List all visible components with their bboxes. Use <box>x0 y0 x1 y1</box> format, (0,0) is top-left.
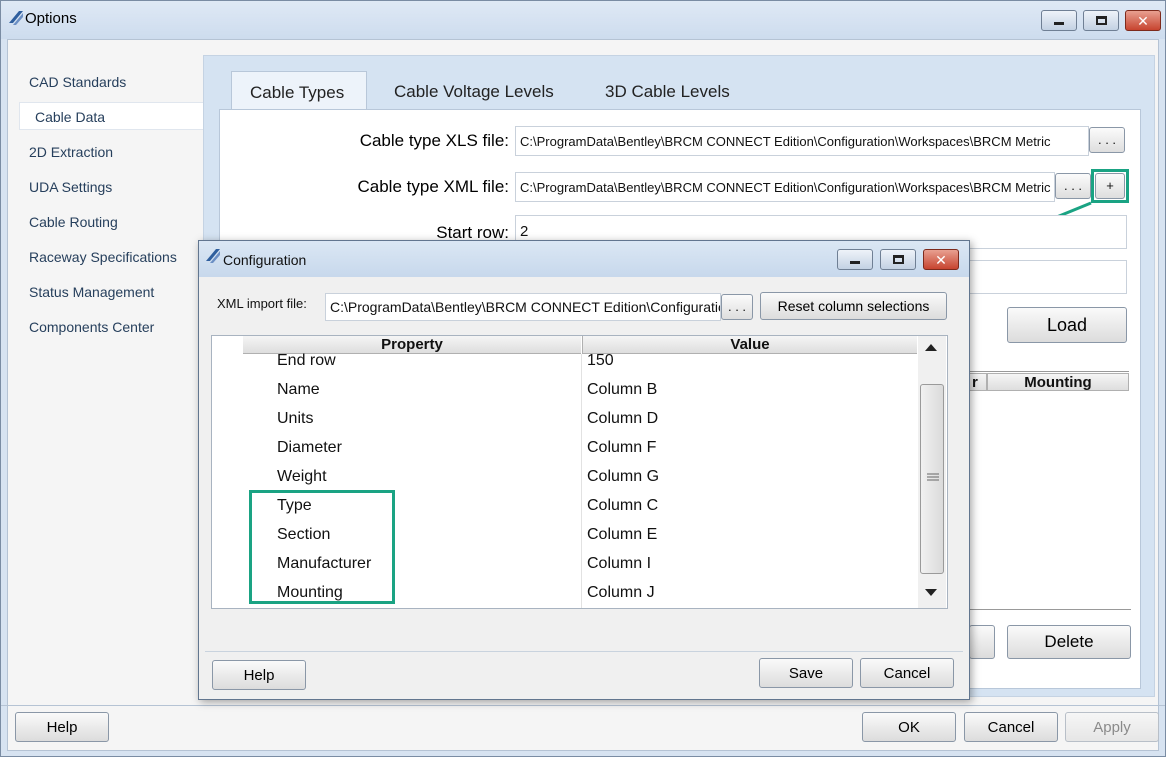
close-button[interactable]: ✕ <box>1125 10 1161 31</box>
cancel-button[interactable]: Cancel <box>964 712 1058 742</box>
tab-label: Cable Types <box>250 83 345 102</box>
property-grid: Property Value End row 150 Name Column B… <box>211 335 948 609</box>
xml-import-field[interactable]: C:\ProgramData\Bentley\BRCM CONNECT Edit… <box>325 293 721 321</box>
xml-import-label: XML import file: <box>217 296 307 311</box>
grid-row-property: End row <box>277 352 336 369</box>
xml-import-browse-button[interactable]: . . . <box>721 294 753 320</box>
grid-row-property: Units <box>277 410 314 427</box>
dialog-maximize-button[interactable] <box>880 249 916 270</box>
sidebar-item-cable-routing[interactable]: Cable Routing <box>13 208 198 236</box>
sidebar-item-label: Raceway Specifications <box>29 249 177 265</box>
maximize-button[interactable] <box>1083 10 1119 31</box>
sidebar-item-label: Cable Data <box>35 109 106 125</box>
sidebar-item-cad-standards[interactable]: CAD Standards <box>13 68 198 96</box>
tab-cable-voltage-levels[interactable]: Cable Voltage Levels <box>394 71 554 111</box>
grid-row-value[interactable]: Column J <box>587 584 655 602</box>
sidebar-item-2d-extraction[interactable]: 2D Extraction <box>13 138 198 166</box>
sidebar-item-components-center[interactable]: Components Center <box>13 313 198 341</box>
xls-browse-button[interactable]: . . . <box>1089 127 1125 153</box>
end-row-field[interactable] <box>969 260 1127 294</box>
sidebar-item-label: Components Center <box>29 319 155 335</box>
xls-file-label: Cable type XLS file: <box>359 131 509 150</box>
xls-file-field[interactable]: C:\ProgramData\Bentley\BRCM CONNECT Edit… <box>515 126 1089 156</box>
help-button[interactable]: Help <box>15 712 109 742</box>
xml-browse-button[interactable]: . . . <box>1055 173 1091 199</box>
minimize-button[interactable] <box>1041 10 1077 31</box>
grid-row-value[interactable]: Column E <box>587 526 657 544</box>
grip-icon <box>927 473 939 481</box>
dialog-title-bar: Configuration ✕ <box>199 241 969 277</box>
sidebar-item-label: 2D Extraction <box>29 144 114 160</box>
grid-row-value[interactable]: Column D <box>587 410 658 428</box>
load-button[interactable]: Load <box>1007 307 1127 343</box>
title-bar: Options ✕ <box>1 1 1165 39</box>
tab-label: 3D Cable Levels <box>605 82 730 101</box>
minimize-icon <box>1054 22 1064 25</box>
maximize-icon <box>1095 16 1107 25</box>
sidebar-item-label: Status Management <box>29 284 155 300</box>
sidebar-item-uda-settings[interactable]: UDA Settings <box>13 173 198 201</box>
tab-label: Cable Voltage Levels <box>394 82 554 101</box>
apply-button[interactable]: Apply <box>1065 712 1159 742</box>
value-column-header: Value <box>582 336 917 354</box>
sidebar-item-label: UDA Settings <box>29 179 113 195</box>
dialog-close-button[interactable]: ✕ <box>923 249 959 270</box>
grid-column-divider <box>581 354 582 608</box>
table-header-partial: r <box>969 373 987 391</box>
ok-button[interactable]: OK <box>862 712 956 742</box>
dialog-minimize-button[interactable] <box>837 249 873 270</box>
configuration-dialog: Configuration ✕ XML import file: C:\Prog… <box>198 240 970 700</box>
grid-row-property: Weight <box>277 468 327 485</box>
xml-file-label: Cable type XML file: <box>357 177 510 196</box>
partial-hidden-button[interactable] <box>969 625 995 659</box>
grid-row-property: Diameter <box>277 439 342 456</box>
grid-row-value[interactable]: Column F <box>587 439 656 457</box>
scroll-thumb[interactable] <box>920 384 944 574</box>
sidebar-item-label: CAD Standards <box>29 74 127 90</box>
app-logo-icon <box>206 249 220 263</box>
scroll-up-arrow-icon[interactable] <box>924 342 938 352</box>
close-icon: ✕ <box>935 251 947 268</box>
footer-divider <box>1 705 1165 706</box>
scroll-down-arrow-icon[interactable] <box>924 588 938 598</box>
grid-row-value[interactable]: 150 <box>587 352 614 370</box>
table-bottom-divider <box>969 609 1131 610</box>
highlight-box <box>249 490 395 604</box>
dialog-footer-divider <box>205 651 963 652</box>
reset-column-selections-button[interactable]: Reset column selections <box>760 292 947 320</box>
dialog-title: Configuration <box>223 252 307 268</box>
grid-row-value[interactable]: Column C <box>587 497 658 515</box>
grid-row-value[interactable]: Column G <box>587 468 659 486</box>
table-divider <box>969 371 1129 372</box>
grid-row-value[interactable]: Column B <box>587 381 657 399</box>
app-logo-icon <box>9 11 23 25</box>
table-header-mounting: Mounting <box>987 373 1129 391</box>
maximize-icon <box>892 255 904 264</box>
dialog-cancel-button[interactable]: Cancel <box>860 658 954 688</box>
dialog-help-button[interactable]: Help <box>212 660 306 690</box>
window-title: Options <box>25 10 77 27</box>
sidebar-item-status-management[interactable]: Status Management <box>13 278 198 306</box>
minimize-icon <box>850 261 860 264</box>
sidebar-item-label: Cable Routing <box>29 214 118 230</box>
delete-button[interactable]: Delete <box>1007 625 1131 659</box>
sidebar-item-cable-data[interactable]: Cable Data <box>19 102 203 130</box>
grid-row-property: Name <box>277 381 320 398</box>
close-icon: ✕ <box>1137 12 1149 29</box>
dialog-save-button[interactable]: Save <box>759 658 853 688</box>
sidebar-item-raceway-specifications[interactable]: Raceway Specifications <box>13 243 198 271</box>
tab-cable-types[interactable]: Cable Types <box>231 71 367 111</box>
grid-row-value[interactable]: Column I <box>587 555 651 573</box>
tab-3d-cable-levels[interactable]: 3D Cable Levels <box>605 71 730 111</box>
